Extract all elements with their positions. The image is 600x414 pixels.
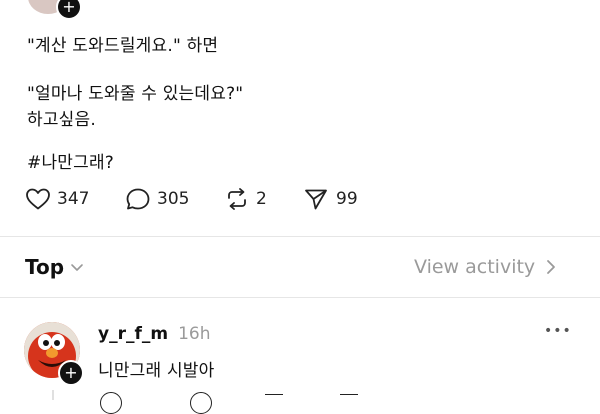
post-line-2: "얼마나 도와줄 수 있는데요?" bbox=[27, 84, 244, 104]
sort-dropdown[interactable]: Top bbox=[25, 255, 84, 279]
reply-follow-plus-icon[interactable]: + bbox=[58, 360, 84, 386]
view-activity-link[interactable]: View activity bbox=[414, 256, 557, 278]
repost-icon bbox=[224, 187, 250, 211]
view-activity-label: View activity bbox=[414, 256, 536, 278]
repost-button[interactable]: 2 bbox=[224, 187, 267, 211]
send-icon bbox=[303, 187, 329, 211]
follow-plus-icon[interactable]: + bbox=[56, 0, 82, 20]
post-line-1: "계산 도와드릴게요." 하면 bbox=[27, 36, 219, 56]
reply-header: y_r_f_m 16h bbox=[98, 324, 210, 344]
reply-heart-icon[interactable] bbox=[100, 392, 122, 414]
sort-label: Top bbox=[25, 255, 65, 279]
chevron-right-icon bbox=[545, 259, 557, 275]
share-button[interactable]: 99 bbox=[303, 187, 358, 211]
divider-top bbox=[0, 236, 600, 237]
like-button[interactable]: 347 bbox=[25, 187, 89, 211]
reply-comment-icon[interactable] bbox=[190, 392, 212, 414]
comment-icon bbox=[125, 187, 151, 211]
heart-icon bbox=[25, 187, 51, 211]
reply-more-icon[interactable]: ••• bbox=[544, 323, 572, 339]
chevron-down-icon bbox=[70, 260, 84, 274]
like-count: 347 bbox=[57, 189, 90, 209]
share-count: 99 bbox=[336, 189, 358, 209]
repost-count: 2 bbox=[256, 189, 267, 209]
reply-timestamp: 16h bbox=[178, 324, 211, 344]
reply-count: 305 bbox=[157, 189, 190, 209]
reply-username[interactable]: y_r_f_m bbox=[98, 324, 168, 344]
post-line-3: 하고싶음. bbox=[27, 110, 96, 130]
reply-thread-line bbox=[52, 390, 54, 400]
reply-text: 니만그래 시발아 bbox=[98, 361, 215, 381]
post-hashtag[interactable]: #나만그래? bbox=[27, 148, 114, 173]
reply-button[interactable]: 305 bbox=[125, 187, 189, 211]
divider-bottom bbox=[0, 297, 600, 298]
